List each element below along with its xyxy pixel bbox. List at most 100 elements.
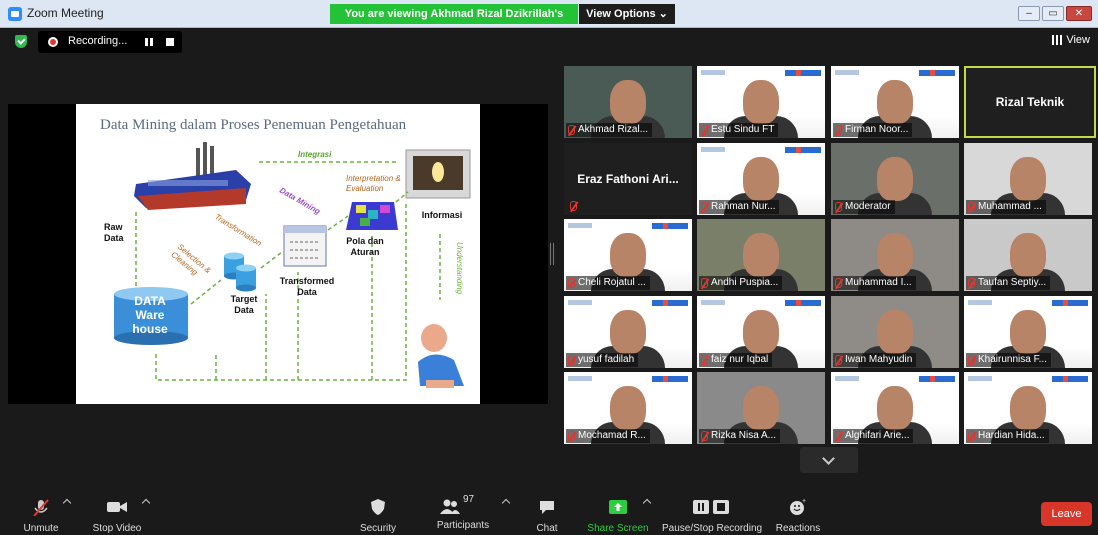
- security-button[interactable]: Security: [354, 486, 402, 535]
- participant-tile[interactable]: Rizka Nisa A...: [697, 372, 825, 444]
- participant-name-tag: Muhammad ...: [966, 200, 1046, 214]
- reactions-button[interactable]: + Reactions: [774, 486, 822, 535]
- participant-tile[interactable]: Iwan Mahyudin: [831, 296, 959, 368]
- participant-name-tag: Khairunnisa F...: [966, 353, 1051, 367]
- pause-stop-recording-button[interactable]: Pause/Stop Recording: [662, 486, 762, 535]
- participant-name-tag: Hardian Hida...: [966, 429, 1049, 443]
- muted-mic-icon: [568, 125, 575, 135]
- participant-name-tag: Iwan Mahyudin: [833, 353, 917, 367]
- target-data-cylinders: [224, 252, 256, 292]
- participant-tile[interactable]: Moderator: [831, 143, 959, 215]
- window-controls: ‒ ▭ ✕: [1018, 6, 1092, 21]
- view-layout-button[interactable]: View: [1052, 34, 1090, 46]
- monitor-illustration: [405, 149, 471, 199]
- virtual-background-logo: [701, 70, 725, 75]
- participant-name-tag: yusuf fadilah: [566, 353, 639, 367]
- muted-mic-icon: [701, 202, 708, 212]
- recording-dot-icon: [48, 37, 58, 47]
- participant-tile[interactable]: Mochamad R...: [564, 372, 692, 444]
- stop-video-button[interactable]: Stop Video: [84, 486, 150, 535]
- raw-data-label: Raw Data: [104, 222, 124, 243]
- virtual-background-logo: [785, 147, 821, 153]
- participant-face: [743, 233, 779, 277]
- chat-button[interactable]: Chat: [532, 486, 562, 535]
- participant-tile[interactable]: Cheli Rojatul ...: [564, 219, 692, 291]
- meeting-top-bar: Recording... View: [0, 28, 1098, 56]
- view-options-button[interactable]: View Options ⌄: [579, 4, 675, 24]
- participant-name: Taufan Septiy...: [978, 277, 1047, 288]
- gallery-next-page-button[interactable]: [800, 447, 858, 473]
- participant-tile[interactable]: Hardian Hida...: [964, 372, 1092, 444]
- participant-face: [1010, 157, 1046, 201]
- participant-name-tag: Mochamad R...: [566, 429, 650, 443]
- microphone-muted-icon: [33, 499, 49, 517]
- leave-button[interactable]: Leave: [1041, 502, 1092, 526]
- participant-name: Moderator: [845, 201, 891, 212]
- window-title: Zoom Meeting: [27, 6, 104, 20]
- participants-options-chevron-icon[interactable]: [501, 498, 511, 508]
- chat-bubble-icon: [540, 501, 554, 514]
- participant-display-name: Eraz Fathoni Ari...: [577, 172, 679, 186]
- close-button[interactable]: ✕: [1066, 6, 1092, 21]
- muted-mic-icon: [968, 431, 975, 441]
- recording-indicator: Recording...: [38, 31, 182, 53]
- participant-name: Alghifari Arie...: [845, 430, 910, 441]
- virtual-background-logo: [701, 147, 725, 152]
- participants-icon: [440, 499, 460, 514]
- muted-mic-icon: [835, 355, 842, 365]
- maximize-button[interactable]: ▭: [1042, 6, 1064, 21]
- participant-name-tag: Firman Noor...: [833, 123, 913, 137]
- participant-face: [877, 157, 913, 201]
- participant-display-name: Rizal Teknik: [995, 95, 1065, 109]
- participant-tile[interactable]: Estu Sindu FT: [697, 66, 825, 138]
- unmute-button[interactable]: Unmute: [16, 486, 66, 535]
- virtual-background-logo: [968, 376, 992, 381]
- share-screen-label: Share Screen: [587, 523, 649, 534]
- pause-recording-icon[interactable]: [145, 38, 153, 46]
- participant-name-tag: Estu Sindu FT: [699, 123, 779, 137]
- participant-tile[interactable]: Alghifari Arie...: [831, 372, 959, 444]
- minimize-button[interactable]: ‒: [1018, 6, 1040, 21]
- participant-name: faiz nur Iqbal: [711, 354, 769, 365]
- participant-face: [1010, 233, 1046, 277]
- split-resize-handle[interactable]: [550, 243, 554, 265]
- encryption-shield-icon[interactable]: [15, 35, 27, 48]
- muted-mic-icon: [701, 431, 708, 441]
- participant-tile[interactable]: Taufan Septiy...: [964, 219, 1092, 291]
- participant-face: [610, 386, 646, 430]
- participant-tile[interactable]: Eraz Fathoni Ari...: [564, 143, 692, 215]
- participant-face: [877, 233, 913, 277]
- virtual-background-logo: [1052, 300, 1088, 306]
- understanding-label: Understanding: [455, 242, 464, 295]
- screen-share-banner: You are viewing Akhmad Rizal Dzikrillah'…: [330, 4, 578, 40]
- virtual-background-logo: [652, 376, 688, 382]
- participants-button[interactable]: 97 Participants: [430, 486, 496, 535]
- pola-label: Pola dan Aturan: [346, 236, 384, 257]
- muted-mic-icon: [968, 355, 975, 365]
- share-screen-button[interactable]: Share Screen: [586, 486, 650, 535]
- participant-tile[interactable]: Muhammad I...: [831, 219, 959, 291]
- participant-tile[interactable]: Rizal Teknik: [964, 66, 1096, 138]
- participant-tile[interactable]: yusuf fadilah: [564, 296, 692, 368]
- participant-name: Muhammad ...: [978, 201, 1042, 212]
- title-bar: Zoom Meeting You are viewing Akhmad Riza…: [0, 0, 1098, 40]
- muted-mic-icon: [701, 278, 708, 288]
- participant-name: Mochamad R...: [578, 430, 646, 441]
- participant-tile[interactable]: Firman Noor...: [831, 66, 959, 138]
- participant-face: [877, 80, 913, 124]
- stop-recording-icon[interactable]: [166, 38, 174, 46]
- participant-tile[interactable]: Rahman Nur...: [697, 143, 825, 215]
- participant-tile[interactable]: Andhi Puspia...: [697, 219, 825, 291]
- transformed-table-icon: [283, 225, 327, 267]
- participant-tile[interactable]: Muhammad ...: [964, 143, 1092, 215]
- participant-tile[interactable]: Akhmad Rizal...: [564, 66, 692, 138]
- muted-mic-icon: [568, 355, 575, 365]
- warehouse-label: DATA Ware house: [132, 294, 168, 336]
- participant-face: [610, 233, 646, 277]
- presentation-slide: Data Mining dalam Proses Penemuan Penget…: [76, 104, 480, 404]
- participant-tile[interactable]: faiz nur Iqbal: [697, 296, 825, 368]
- participant-tile[interactable]: Khairunnisa F...: [964, 296, 1092, 368]
- security-label: Security: [359, 523, 397, 534]
- shared-screen[interactable]: Data Mining dalam Proses Penemuan Penget…: [8, 104, 548, 404]
- virtual-background-logo: [568, 300, 592, 305]
